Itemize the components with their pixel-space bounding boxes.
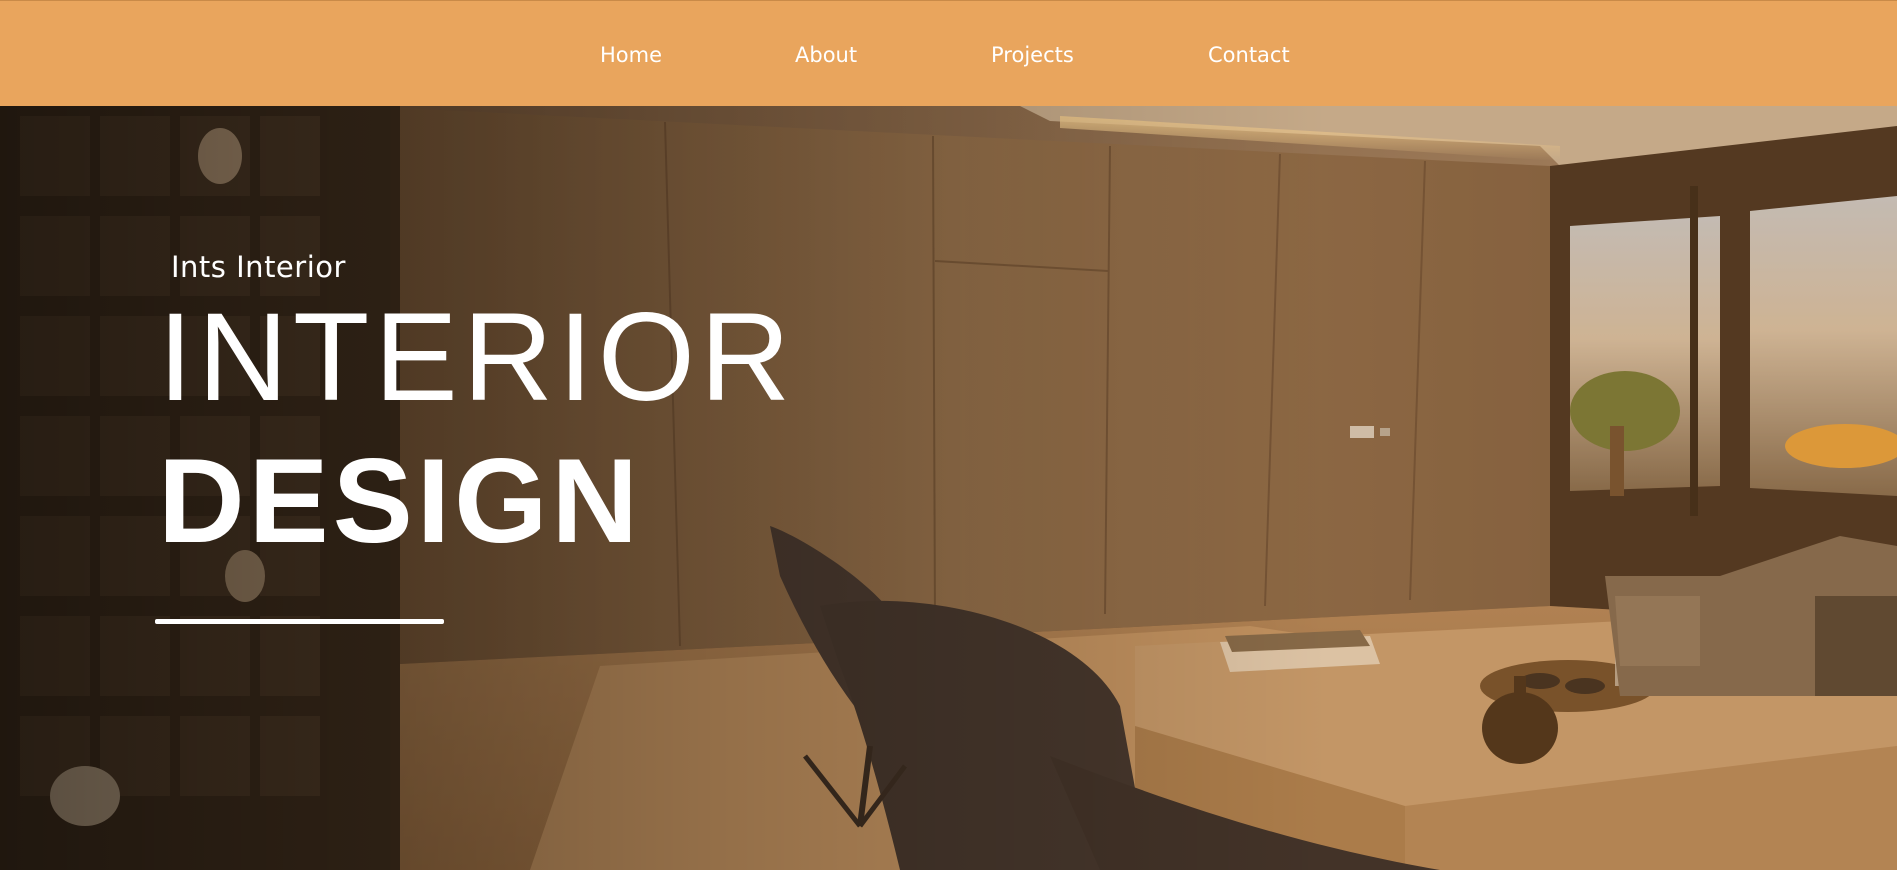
hero-title-line2: DESIGN [158, 434, 643, 568]
nav-link-projects[interactable]: Projects [991, 41, 1074, 69]
top-navbar: Home About Projects Contact [0, 0, 1897, 106]
hero-title-underline [155, 619, 444, 624]
hero-eyebrow-text: Ints Interior [171, 250, 346, 284]
nav-link-home[interactable]: Home [600, 41, 662, 69]
nav-link-contact[interactable]: Contact [1208, 41, 1290, 69]
nav-link-about[interactable]: About [795, 41, 857, 69]
hero-title-line1: INTERIOR [158, 288, 796, 427]
